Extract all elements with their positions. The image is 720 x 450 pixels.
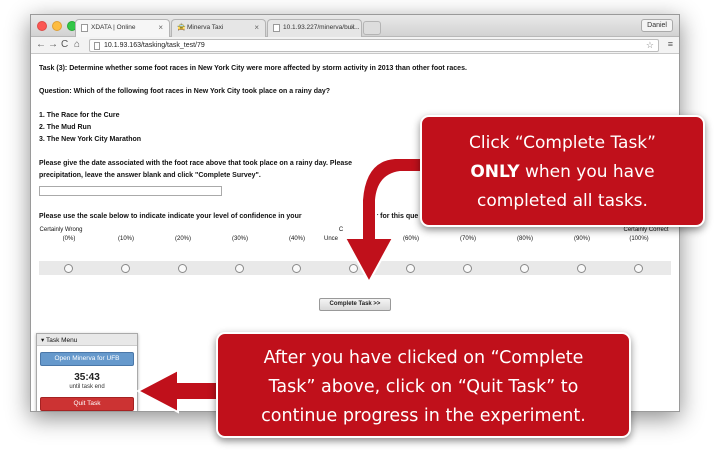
new-tab-button[interactable] [363, 21, 381, 35]
scale-percent-label: (60%) [402, 236, 419, 242]
confidence-radio[interactable] [349, 264, 358, 273]
confidence-radio[interactable] [292, 264, 301, 273]
tab-minerva-build[interactable]: 10.1.93.227/minerva/buil... × [267, 19, 362, 37]
confidence-radio[interactable] [406, 264, 415, 273]
callout-bottom-line1: After you have clicked on “Complete [263, 348, 584, 368]
date-prompt-line1: Please give the date associated with the… [39, 160, 353, 167]
close-window-button[interactable] [37, 21, 47, 31]
callout-top-line3: completed all tasks. [477, 191, 648, 211]
option-3: 3. The New York City Marathon [39, 136, 142, 143]
address-bar[interactable]: 10.1.93.163/tasking/task_test/79 ☆ [89, 39, 659, 52]
callout-top-line1: Click “Complete Task” [469, 133, 656, 153]
menu-icon[interactable]: ≡ [668, 39, 673, 49]
scale-percent-label: (80%) [516, 236, 533, 242]
callout-top-bold: ONLY [470, 162, 520, 182]
reload-icon[interactable]: C [61, 39, 68, 50]
scale-percent-label: (30%) [231, 236, 248, 242]
confidence-radio[interactable] [634, 264, 643, 273]
question-text: Question: Which of the following foot ra… [39, 88, 331, 95]
bookmark-star-icon[interactable]: ☆ [646, 40, 654, 51]
confidence-prompt-text: Please use the scale below to indicate i… [39, 213, 302, 220]
profile-button[interactable]: Daniel [641, 19, 673, 32]
task-title: Task (3): Determine whether some foot ra… [39, 65, 467, 72]
tab-title: XDATA | Online [91, 24, 136, 31]
page-icon [81, 24, 88, 32]
confidence-radio[interactable] [64, 264, 73, 273]
tab-close-icon[interactable]: × [158, 23, 163, 32]
scale-left-label: Certainly Wrong [39, 227, 83, 233]
date-prompt-line2: precipitation, leave the answer blank an… [39, 172, 261, 179]
confidence-radio[interactable] [178, 264, 187, 273]
countdown-timer: 35:43 [74, 372, 100, 383]
quit-task-button[interactable]: Quit Task [40, 397, 134, 411]
answer-input[interactable] [39, 186, 222, 196]
tab-xdata[interactable]: XDATA | Online × [75, 19, 170, 37]
scale-percent-label: (10%) [117, 236, 134, 242]
open-minerva-button[interactable]: Open Minerva for UFB [40, 352, 134, 366]
confidence-radio[interactable] [235, 264, 244, 273]
scale-percent-label: (40%) [288, 236, 305, 242]
tab-title: 10.1.93.227/minerva/buil... [283, 24, 360, 31]
scale-percent-label: (0%) [62, 236, 76, 242]
url-text: 10.1.93.163/tasking/task_test/79 [104, 42, 205, 49]
callout-bottom-line2: Task” above, click on “Quit Task” to [268, 377, 579, 397]
browser-toolbar: ← → C ⌂ 10.1.93.163/tasking/task_test/79… [31, 37, 679, 54]
chevron-down-icon: ▾ [41, 337, 45, 344]
scale-right-label: Certainly Correct [623, 227, 669, 233]
car-icon: 🚖 [177, 24, 186, 31]
confidence-radio[interactable] [577, 264, 586, 273]
forward-arrow-icon[interactable]: → [48, 39, 58, 50]
countdown-label: until task end [69, 384, 105, 390]
page-icon [273, 24, 280, 32]
option-2: 2. The Mud Run [39, 124, 92, 131]
back-arrow-icon[interactable]: ← [36, 39, 46, 50]
window-controls [37, 21, 77, 31]
scale-percent-label: (70%) [459, 236, 476, 242]
task-menu-title: Task Menu [45, 337, 78, 344]
tab-strip: XDATA | Online × 🚖 Minerva Taxi × 10.1.9… [31, 15, 679, 37]
scale-percent-label: (90%) [573, 236, 590, 242]
confidence-radio[interactable] [121, 264, 130, 273]
complete-task-button[interactable]: Complete Task >> [319, 298, 391, 311]
quit-task-callout: After you have clicked on “Complete Task… [216, 332, 631, 438]
tab-close-icon[interactable]: × [350, 23, 355, 32]
confidence-prompt: Please use the scale below to indicate i… [39, 213, 418, 220]
callout-top-rest: when you have [519, 162, 655, 182]
confidence-radio[interactable] [463, 264, 472, 273]
task-menu-header[interactable]: ▾ Task Menu [37, 334, 137, 346]
tab-title: Minerva Taxi [187, 24, 224, 31]
callout-bottom-line3: continue progress in the experiment. [261, 406, 586, 426]
tab-close-icon[interactable]: × [254, 23, 259, 32]
callout-top-line2: ONLY when you have [422, 158, 703, 187]
scale-percent-label: (100%) [629, 236, 649, 242]
minimize-window-button[interactable] [52, 21, 62, 31]
complete-task-callout: Click “Complete Task” ONLY when you have… [420, 115, 705, 227]
task-menu-panel: ▾ Task Menu Open Minerva for UFB 35:43 u… [36, 333, 138, 411]
home-icon[interactable]: ⌂ [74, 39, 80, 50]
tab-minerva-taxi[interactable]: 🚖 Minerva Taxi × [171, 19, 266, 37]
confidence-prompt-tail: er for this que [371, 213, 419, 220]
option-1: 1. The Race for the Cure [39, 112, 120, 119]
page-icon [94, 42, 100, 50]
scale-mid-label-top: C [338, 227, 344, 233]
confidence-radio[interactable] [520, 264, 529, 273]
scale-percent-label: (20%) [174, 236, 191, 242]
